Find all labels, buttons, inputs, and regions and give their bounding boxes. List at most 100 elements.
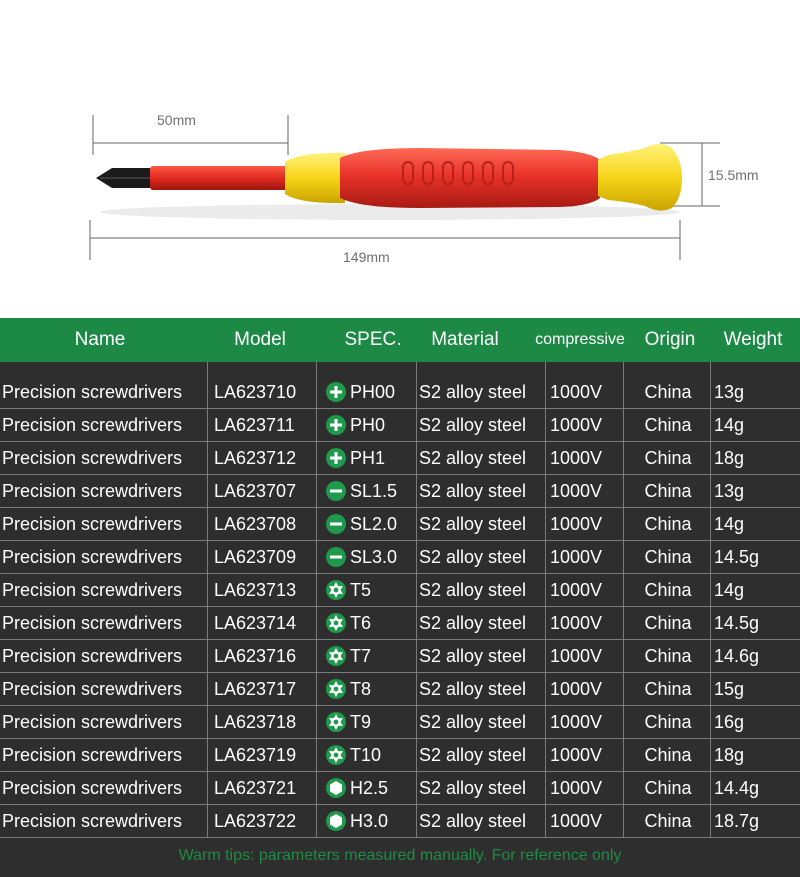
cell-spec-value: H3.0 xyxy=(350,811,389,831)
cell-origin: China xyxy=(644,547,692,567)
cell-name: Precision screwdrivers xyxy=(2,811,183,831)
cell-weight: 14g xyxy=(714,580,745,600)
cell-origin: China xyxy=(644,448,692,468)
cell-compressive: 1000V xyxy=(550,613,603,633)
row-divider xyxy=(0,771,800,772)
cell-name: Precision screwdrivers xyxy=(2,580,183,600)
cell-spec: SL2.0 xyxy=(326,508,416,540)
cell-material: S2 alloy steel xyxy=(419,514,527,534)
header-origin: Origin xyxy=(644,329,696,350)
cell-name: Precision screwdrivers xyxy=(2,481,183,501)
cell-origin: China xyxy=(644,613,692,633)
cell-origin: China xyxy=(644,382,692,402)
cell-model: LA623707 xyxy=(214,481,297,501)
row-divider xyxy=(0,474,800,475)
cell-name: Precision screwdrivers xyxy=(2,745,183,765)
cell-weight: 13g xyxy=(714,481,745,501)
cell-compressive: 1000V xyxy=(550,448,603,468)
slotted-icon xyxy=(326,547,346,567)
cell-material: S2 alloy steel xyxy=(419,448,527,468)
cell-weight: 14.5g xyxy=(714,613,760,633)
table-row: Precision screwdrivers LA623707 SL1.5 S2 al… xyxy=(0,475,800,507)
dim-total-label: 149mm xyxy=(343,249,390,265)
torx-icon xyxy=(326,712,346,732)
cell-spec-value: SL2.0 xyxy=(350,514,398,534)
table-row: Precision screwdrivers LA623712 PH1 S2 allo… xyxy=(0,442,800,474)
cell-model: LA623721 xyxy=(214,778,297,798)
torx-icon xyxy=(326,580,346,600)
row-divider xyxy=(0,705,800,706)
cell-spec-value: T10 xyxy=(350,745,382,765)
cell-spec: H3.0 xyxy=(326,805,416,837)
cell-compressive: 1000V xyxy=(550,712,603,732)
cell-spec: T6 xyxy=(326,607,416,639)
table-row: Precision screwdrivers LA623717 T8 S2 alloy… xyxy=(0,673,800,705)
cell-weight: 15g xyxy=(714,679,745,699)
phillips-icon xyxy=(326,448,346,468)
cell-compressive: 1000V xyxy=(550,646,603,666)
table-row: Precision screwdrivers LA623710 PH00 S2 all… xyxy=(0,376,800,408)
cell-spec-value: T6 xyxy=(350,613,372,633)
table-row: Precision screwdrivers LA623718 T9 S2 alloy… xyxy=(0,706,800,738)
cell-material: S2 alloy steel xyxy=(419,382,527,402)
cell-weight: 14.4g xyxy=(714,778,760,798)
cell-name: Precision screwdrivers xyxy=(2,382,183,402)
cell-compressive: 1000V xyxy=(550,382,603,402)
cell-material: S2 alloy steel xyxy=(419,547,527,567)
cell-weight: 18g xyxy=(714,448,745,468)
cell-name: Precision screwdrivers xyxy=(2,613,183,633)
row-divider xyxy=(0,837,800,838)
screwdriver-shaft xyxy=(150,166,290,190)
cell-weight: 13g xyxy=(714,382,745,402)
cell-compressive: 1000V xyxy=(550,580,603,600)
cell-model: LA623719 xyxy=(214,745,297,765)
cell-material: S2 alloy steel xyxy=(419,778,527,798)
table-row: Precision screwdrivers LA623721 H2.5 S2 all… xyxy=(0,772,800,804)
header-material: Material xyxy=(431,329,499,350)
cell-model: LA623714 xyxy=(214,613,297,633)
table-row: Precision screwdrivers LA623709 SL3.0 S2 al… xyxy=(0,541,800,573)
spec-table: Name Model SPEC. Material compressive Or… xyxy=(0,318,800,877)
cell-spec: T5 xyxy=(326,574,416,606)
cell-spec: PH0 xyxy=(326,409,416,441)
row-divider xyxy=(0,672,800,673)
row-divider xyxy=(0,639,800,640)
cell-name: Precision screwdrivers xyxy=(2,778,183,798)
table-row: Precision screwdrivers LA623714 T6 S2 alloy… xyxy=(0,607,800,639)
cell-spec-value: PH1 xyxy=(350,448,386,468)
cell-compressive: 1000V xyxy=(550,745,603,765)
cell-name: Precision screwdrivers xyxy=(2,679,183,699)
cell-spec-value: T5 xyxy=(350,580,372,600)
screwdriver-tip xyxy=(96,168,152,188)
table-row: Precision screwdrivers LA623713 T5 S2 alloy… xyxy=(0,574,800,606)
table-row: Precision screwdrivers LA623708 SL2.0 S2 al… xyxy=(0,508,800,540)
cell-model: LA623708 xyxy=(214,514,297,534)
cell-compressive: 1000V xyxy=(550,778,603,798)
torx-icon xyxy=(326,679,346,699)
cell-weight: 14.5g xyxy=(714,547,760,567)
cell-origin: China xyxy=(644,745,692,765)
cell-material: S2 alloy steel xyxy=(419,415,527,435)
row-divider xyxy=(0,738,800,739)
row-divider xyxy=(0,507,800,508)
cell-spec-value: T9 xyxy=(350,712,372,732)
row-divider xyxy=(0,408,800,409)
torx-icon xyxy=(326,613,346,633)
phillips-icon xyxy=(326,382,346,402)
cell-origin: China xyxy=(644,415,692,435)
row-divider xyxy=(0,573,800,574)
cell-compressive: 1000V xyxy=(550,679,603,699)
cell-spec: T7 xyxy=(326,640,416,672)
cell-name: Precision screwdrivers xyxy=(2,646,183,666)
cell-origin: China xyxy=(644,580,692,600)
footer-tip: Warm tips: parameters measured manually.… xyxy=(178,847,622,864)
cell-name: Precision screwdrivers xyxy=(2,448,183,468)
row-divider xyxy=(0,606,800,607)
cell-spec: T10 xyxy=(326,739,416,771)
dim-shaft-label: 50mm xyxy=(157,112,196,128)
table-row: Precision screwdrivers LA623716 T7 S2 alloy… xyxy=(0,640,800,672)
header-model: Model xyxy=(234,329,286,350)
table-row: Precision screwdrivers LA623711 PH0 S2 allo… xyxy=(0,409,800,441)
cell-spec-value: PH0 xyxy=(350,415,386,435)
cell-name: Precision screwdrivers xyxy=(2,547,183,567)
